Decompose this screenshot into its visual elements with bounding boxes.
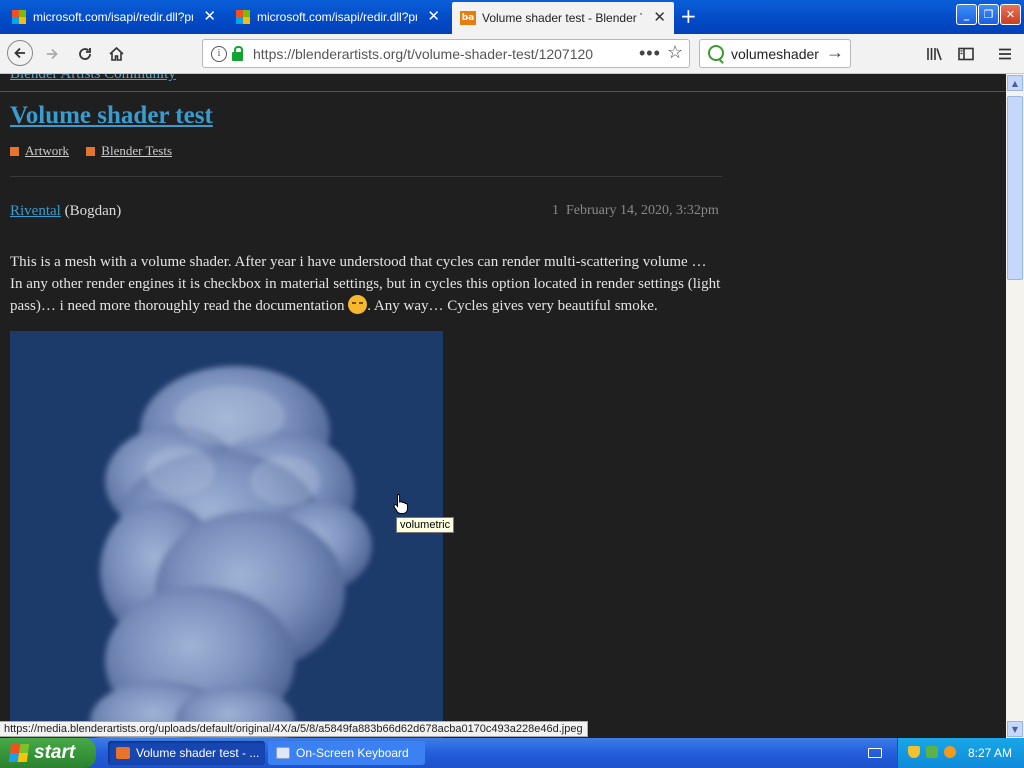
close-window-button[interactable]: ✕ bbox=[1000, 4, 1021, 25]
home-icon bbox=[108, 46, 124, 61]
tab-close-icon[interactable]: ✕ bbox=[203, 9, 216, 24]
author-username-link[interactable]: Rivental bbox=[10, 203, 61, 219]
new-tab-icon[interactable]: + bbox=[680, 6, 697, 26]
sidebar-button[interactable] bbox=[954, 42, 978, 66]
forward-button[interactable] bbox=[40, 42, 64, 66]
status-link-preview: https://media.blenderartists.org/uploads… bbox=[0, 721, 588, 737]
scroll-up-arrow-icon[interactable]: ▲ bbox=[1007, 75, 1023, 91]
category-artwork[interactable]: Artwork bbox=[10, 143, 69, 159]
sidebar-icon bbox=[958, 47, 974, 61]
reload-icon bbox=[79, 48, 91, 60]
smoke-render-image bbox=[90, 366, 372, 738]
navigation-toolbar: i https://blenderartists.org/t/volume-sh… bbox=[0, 34, 1024, 74]
hand-cursor-icon bbox=[393, 493, 408, 514]
post-body: This is a mesh with a volume shader. Aft… bbox=[10, 252, 722, 318]
system-clock[interactable]: 8:27 AM bbox=[968, 746, 1012, 760]
hamburger-menu-icon bbox=[999, 48, 1011, 60]
author-full-name: (Bogdan) bbox=[64, 203, 122, 219]
post-number[interactable]: 1 bbox=[552, 203, 559, 218]
scroll-down-arrow-icon[interactable]: ▼ bbox=[1007, 721, 1023, 737]
maximize-button[interactable]: ❐ bbox=[978, 4, 999, 25]
site-header-link[interactable]: Blender Artists Community bbox=[10, 74, 176, 83]
bookmark-star-icon[interactable]: ☆ bbox=[667, 42, 683, 63]
image-tooltip: volumetric bbox=[396, 517, 455, 533]
tab-label: microsoft.com/isapi/redir.dll?prd= bbox=[257, 10, 417, 24]
microsoft-logo-icon bbox=[12, 10, 26, 24]
secure-lock-icon bbox=[232, 46, 243, 61]
menu-button[interactable] bbox=[993, 42, 1017, 66]
start-label: start bbox=[34, 742, 76, 763]
search-engine-icon bbox=[708, 45, 724, 61]
search-go-arrow-icon[interactable]: → bbox=[826, 42, 844, 63]
minimize-button[interactable]: _ bbox=[956, 4, 977, 25]
relieved-face-emoji-icon bbox=[348, 295, 368, 314]
tab-close-icon[interactable]: ✕ bbox=[427, 9, 440, 24]
vertical-scrollbar[interactable]: ▲ ▼ bbox=[1006, 74, 1024, 738]
library-button[interactable] bbox=[923, 42, 947, 66]
page-viewport: Blender Artists Community Volume shader … bbox=[0, 74, 1006, 738]
taskbar-item-browser[interactable]: Volume shader test - ... bbox=[108, 741, 265, 765]
category-label: Blender Tests bbox=[101, 143, 172, 158]
post-image-volumetric-smoke[interactable] bbox=[10, 331, 443, 738]
back-button[interactable] bbox=[7, 40, 33, 66]
scrollbar-thumb[interactable] bbox=[1007, 96, 1023, 280]
microsoft-logo-icon bbox=[236, 10, 250, 24]
address-url[interactable]: https://blenderartists.org/t/volume-shad… bbox=[253, 46, 593, 62]
header-divider bbox=[0, 91, 1006, 92]
tab-label: microsoft.com/isapi/redir.dll?prd= bbox=[33, 10, 193, 24]
title-divider bbox=[10, 176, 722, 177]
system-tray: 8:27 AM bbox=[897, 738, 1024, 768]
category-color-square-icon bbox=[10, 146, 19, 156]
post-meta: 1 February 14, 2020, 3:32pm bbox=[552, 203, 719, 219]
category-label: Artwork bbox=[25, 143, 70, 158]
tab-microsoft-1[interactable]: microsoft.com/isapi/redir.dll?prd= ✕ bbox=[4, 3, 224, 31]
reload-button[interactable] bbox=[73, 42, 97, 66]
security-shield-icon[interactable] bbox=[908, 746, 920, 758]
blenderartists-favicon-icon: ba bbox=[460, 11, 476, 25]
browser-tab-bar: microsoft.com/isapi/redir.dll?prd= ✕ mic… bbox=[0, 0, 1024, 34]
search-bar[interactable]: volumeshader → bbox=[699, 39, 851, 68]
taskbar-item-label: On-Screen Keyboard bbox=[296, 746, 409, 760]
address-bar[interactable]: i https://blenderartists.org/t/volume-sh… bbox=[202, 39, 690, 68]
tab-microsoft-2[interactable]: microsoft.com/isapi/redir.dll?prd= ✕ bbox=[228, 3, 448, 31]
tab-label: Volume shader test - Blender Test bbox=[482, 11, 642, 25]
search-input[interactable]: volumeshader bbox=[731, 46, 819, 62]
taskbar-item-label: Volume shader test - ... bbox=[136, 746, 260, 760]
windows-logo-icon bbox=[8, 744, 30, 762]
library-icon bbox=[927, 48, 942, 61]
home-button[interactable] bbox=[104, 42, 128, 66]
category-blender-tests[interactable]: Blender Tests bbox=[86, 143, 172, 159]
site-info-icon[interactable]: i bbox=[211, 46, 227, 62]
page-actions-menu-icon[interactable]: ••• bbox=[639, 43, 661, 64]
post-text-part2: . Any way… Cycles gives very beautiful s… bbox=[367, 298, 658, 314]
windows-taskbar: start Volume shader test - ... On-Screen… bbox=[0, 738, 1024, 768]
post-author: Rivental (Bogdan) bbox=[10, 203, 121, 220]
category-list: Artwork Blender Tests bbox=[10, 143, 186, 160]
category-color-square-icon bbox=[86, 146, 96, 156]
forward-arrow-icon bbox=[47, 48, 58, 60]
network-icon[interactable] bbox=[926, 746, 938, 758]
taskbar-item-on-screen-keyboard[interactable]: On-Screen Keyboard bbox=[268, 741, 425, 765]
start-button[interactable]: start bbox=[0, 738, 96, 768]
search-tray-icon[interactable] bbox=[944, 746, 956, 758]
language-bar-keyboard-icon[interactable] bbox=[868, 748, 882, 758]
back-arrow-icon bbox=[14, 47, 25, 59]
page-title[interactable]: Volume shader test bbox=[10, 102, 213, 130]
tab-volume-shader-test[interactable]: ba Volume shader test - Blender Test ✕ bbox=[452, 2, 674, 34]
keyboard-app-icon bbox=[276, 747, 290, 759]
tab-close-icon[interactable]: ✕ bbox=[653, 10, 666, 25]
browser-app-icon bbox=[116, 747, 130, 759]
post-date[interactable]: February 14, 2020, 3:32pm bbox=[566, 203, 719, 218]
